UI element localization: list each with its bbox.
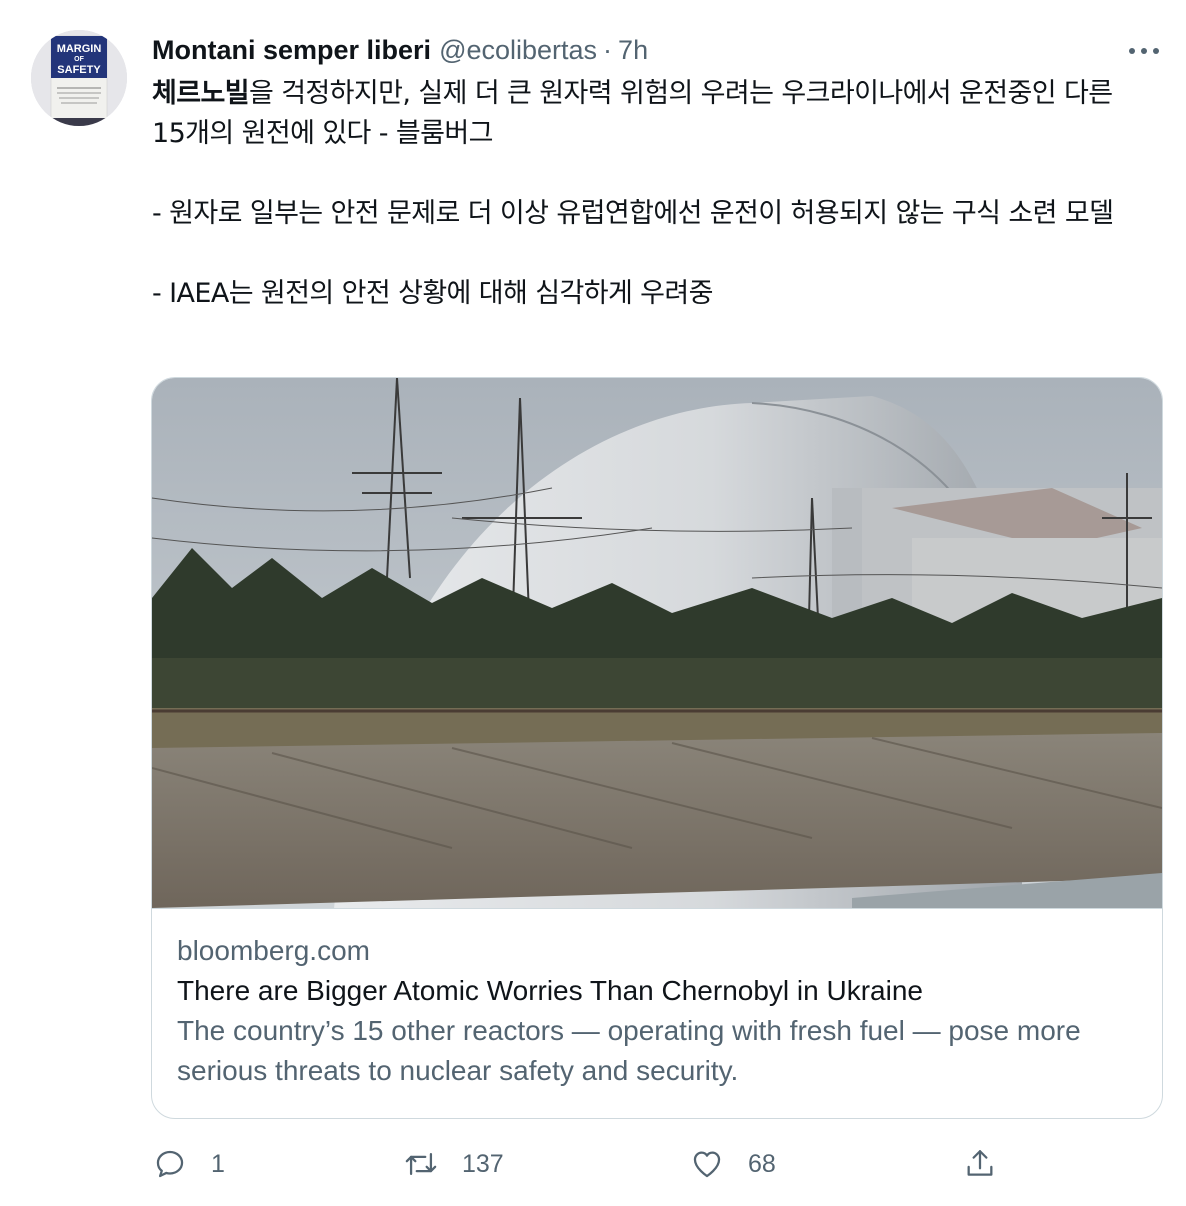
svg-text:OF: OF [74, 56, 84, 63]
timestamp[interactable]: 7h [618, 35, 648, 66]
card-domain: bloomberg.com [177, 935, 370, 966]
like-button[interactable]: 68 [690, 1140, 776, 1188]
tweet-text-line-1: 체르노빌을 걱정하지만, 실제 더 큰 원자력 위험의 우려는 우크라이나에서 … [152, 74, 1152, 154]
avatar[interactable]: MARGIN OF SAFETY [31, 30, 127, 126]
retweet-icon [405, 1152, 437, 1176]
svg-text:MARGIN: MARGIN [57, 43, 102, 55]
share-button[interactable] [963, 1140, 997, 1188]
tweet-text: 체르노빌을 걱정하지만, 실제 더 큰 원자력 위험의 우려는 우크라이나에서 … [152, 74, 1152, 314]
tweet-text-line-3: - IAEA는 원전의 안전 상황에 대해 심각하게 우려중 [152, 278, 714, 309]
card-image[interactable] [152, 378, 1162, 938]
retweet-count: 137 [462, 1149, 504, 1178]
like-icon [693, 1151, 721, 1178]
tweet-header: Montani semper liberi @ecolibertas · 7h [152, 30, 648, 70]
tweet: MARGIN OF SAFETY Montani semper liberi @… [0, 0, 1186, 1206]
like-count: 68 [748, 1149, 776, 1178]
bold-lead: 체르노빌 [152, 78, 250, 109]
reply-button[interactable]: 1 [153, 1140, 225, 1188]
tweet-text-line-2: - 원자로 일부는 안전 문제로 더 이상 유럽연합에선 운전이 허용되지 않는… [152, 198, 1114, 229]
link-card[interactable]: bloomberg.com There are Bigger Atomic Wo… [151, 377, 1163, 1119]
separator-dot: · [603, 34, 613, 65]
card-description: The country’s 15 other reactors — operat… [177, 1015, 1081, 1086]
line1-rest: 을 걱정하지만, 실제 더 큰 원자력 위험의 우려는 우크라이나에서 운전중인… [152, 78, 1113, 149]
svg-text:SAFETY: SAFETY [57, 64, 101, 76]
tweet-actions: 1 137 68 [0, 1140, 1186, 1190]
card-meta: bloomberg.com There are Bigger Atomic Wo… [177, 931, 1137, 1091]
retweet-button[interactable]: 137 [404, 1140, 504, 1188]
author-handle[interactable]: @ecolibertas [439, 35, 597, 66]
card-title: There are Bigger Atomic Worries Than Che… [177, 975, 923, 1006]
more-icon[interactable] [1124, 36, 1164, 66]
reply-count: 1 [211, 1149, 225, 1178]
reply-icon [156, 1150, 184, 1178]
author-name[interactable]: Montani semper liberi [152, 35, 431, 66]
share-icon [967, 1150, 993, 1176]
